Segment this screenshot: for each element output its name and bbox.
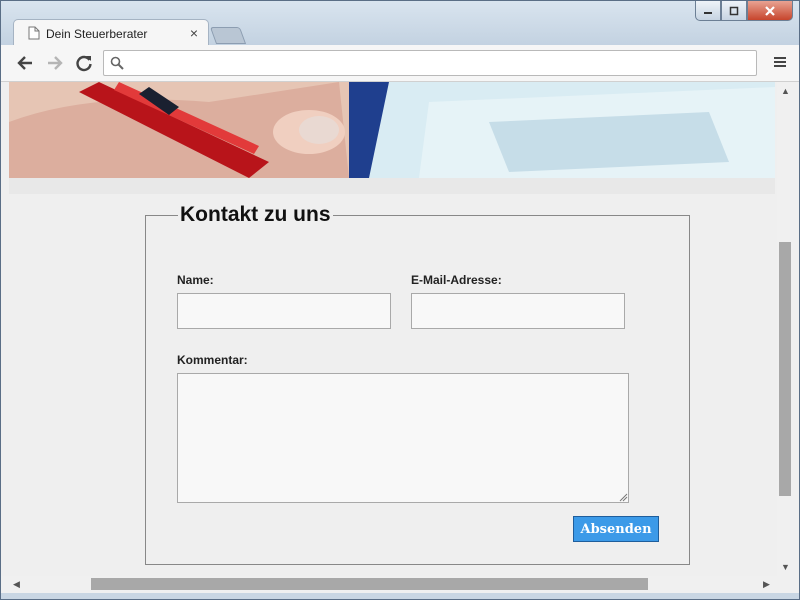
maximize-button[interactable] [721,1,747,21]
vertical-scrollbar[interactable]: ▲ ▼ [777,82,799,576]
email-input[interactable] [411,293,625,329]
search-icon [110,56,124,70]
forward-arrow-icon[interactable] [45,53,65,73]
email-label: E-Mail-Adresse: [411,273,502,287]
comment-label: Kommentar: [177,353,248,367]
resize-grip-icon[interactable] [619,493,628,502]
close-window-button[interactable] [747,1,793,21]
browser-window: Dein Steuerberater × Kontakt zu uns Name… [0,0,800,600]
minimize-icon [704,11,712,14]
vertical-scroll-thumb[interactable] [779,242,791,496]
back-arrow-icon[interactable] [15,53,35,73]
name-label: Name: [177,273,214,287]
minimize-button[interactable] [695,1,721,21]
submit-button[interactable]: Absenden [573,516,659,542]
name-input[interactable] [177,293,391,329]
title-bar: Dein Steuerberater × [1,1,799,46]
new-tab-button[interactable] [209,27,247,44]
menu-icon[interactable] [773,55,787,69]
form-title: Kontakt zu uns [180,203,331,226]
window-controls [695,1,793,21]
scroll-right-icon[interactable]: ▶ [763,579,770,590]
tab-dein-steuerberater[interactable]: Dein Steuerberater × [13,19,209,46]
reload-icon[interactable] [74,53,94,73]
page-viewport: Kontakt zu uns Name: E-Mail-Adresse: Kom… [1,82,777,576]
browser-toolbar [1,45,799,82]
horizontal-scrollbar[interactable]: ◀ ▶ [1,576,799,593]
contact-form: Kontakt zu uns Name: E-Mail-Adresse: Kom… [145,203,690,565]
address-bar[interactable] [103,50,757,76]
scroll-up-icon[interactable]: ▲ [781,86,790,96]
close-icon [765,5,775,16]
scroll-down-icon[interactable]: ▼ [781,562,790,572]
tab-title: Dein Steuerberater [46,27,148,41]
header-strip [9,178,775,194]
header-image [9,82,775,178]
maximize-icon [729,6,739,15]
scroll-left-icon[interactable]: ◀ [13,579,20,590]
window-bottom-border [1,593,799,599]
horizontal-scroll-thumb[interactable] [91,578,648,590]
page-icon [28,26,40,40]
comment-textarea[interactable] [177,373,629,503]
header-photo [9,82,775,178]
tab-close-button[interactable]: × [190,25,198,41]
